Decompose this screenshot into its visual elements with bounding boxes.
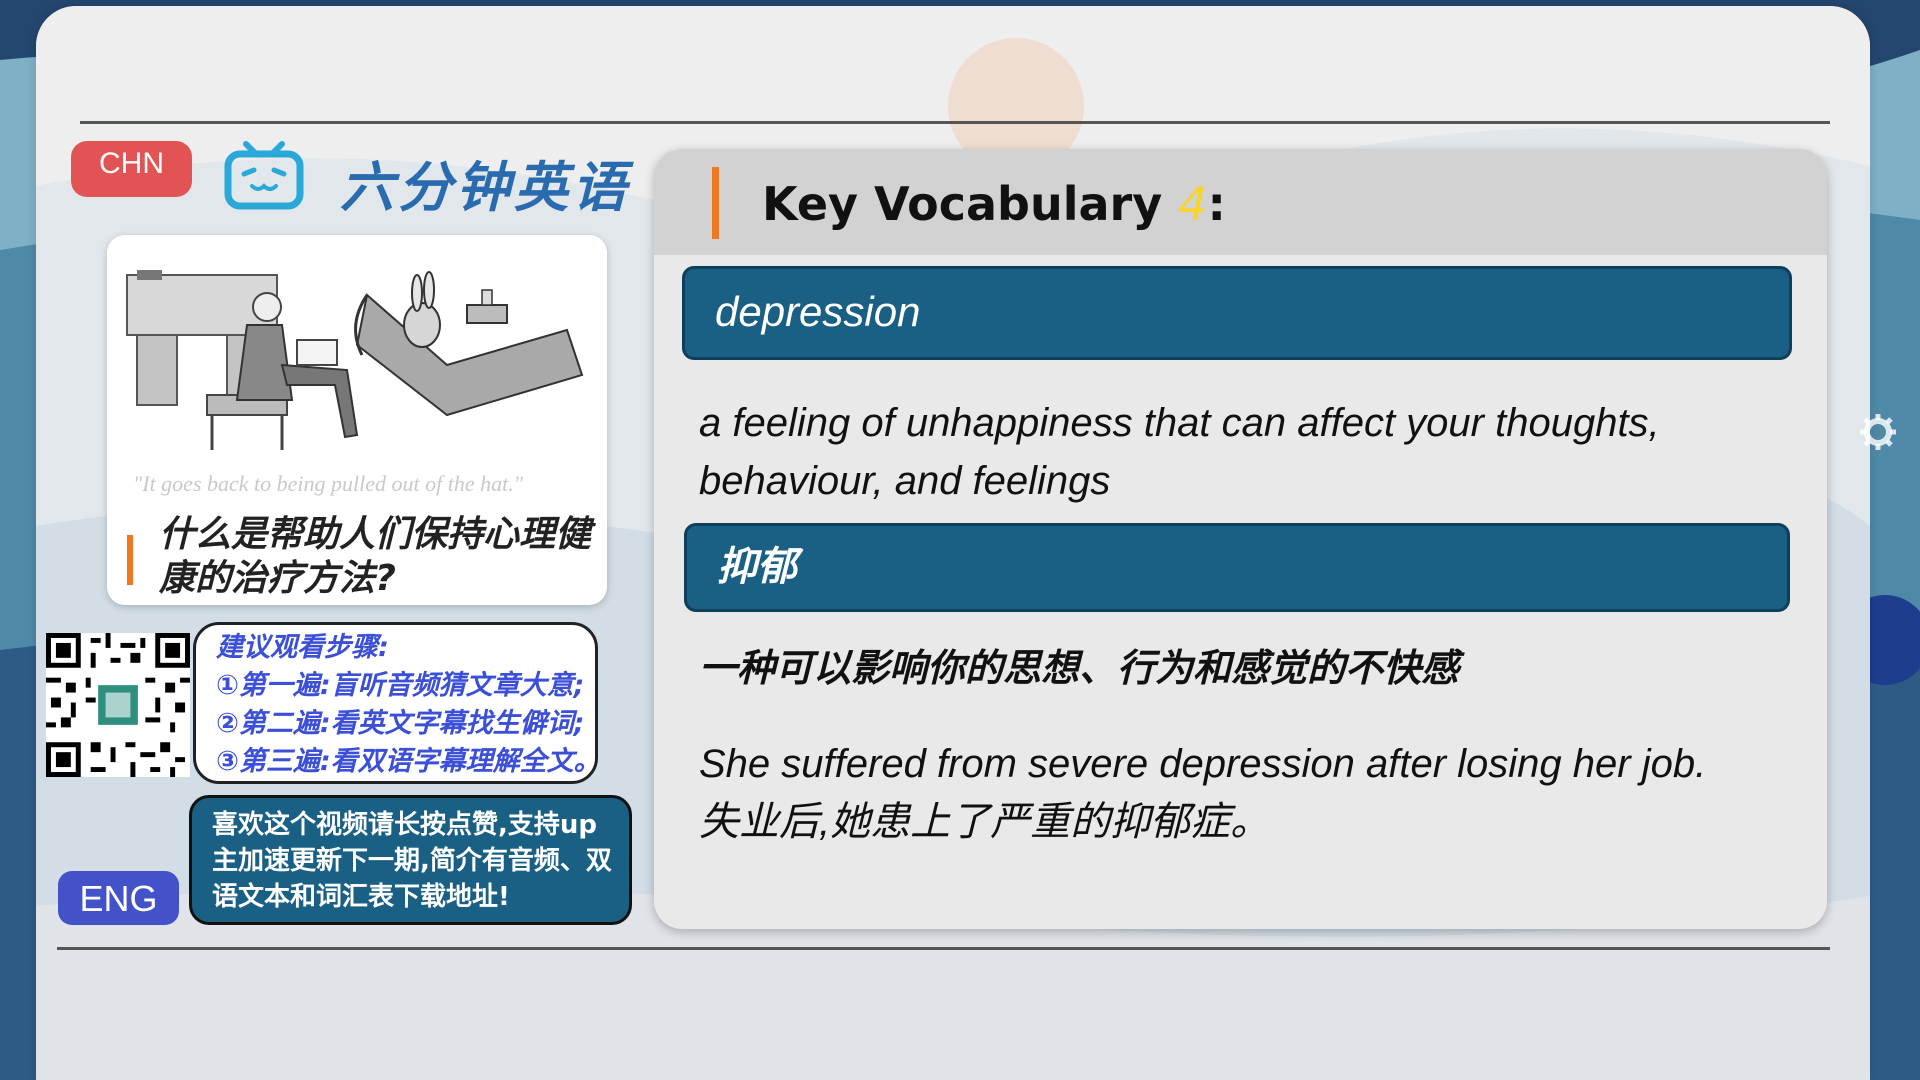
viewing-steps-box: 建议观看步骤: ①第一遍:盲听音频猜文章大意; ②第二遍:看英文字幕找生僻词; … xyxy=(193,622,601,784)
vocabulary-header: Key Vocabulary 4: xyxy=(654,149,1827,255)
vocabulary-title-text: Key Vocabulary xyxy=(762,177,1163,231)
promo-box: 喜欢这个视频请长按点赞,支持up主加速更新下一期,简介有音频、双语文本和词汇表下… xyxy=(189,795,632,925)
top-divider xyxy=(80,121,1830,124)
definition-english: a feeling of unhappiness that can affect… xyxy=(699,401,1660,503)
vocabulary-title: Key Vocabulary 4: xyxy=(762,177,1226,231)
vocabulary-title-suffix: : xyxy=(1207,177,1226,231)
vocabulary-panel: Key Vocabulary 4: depression a feeling o… xyxy=(654,149,1827,929)
chn-language-button[interactable]: CHN xyxy=(71,141,192,197)
tv-icon xyxy=(224,141,304,210)
cartoon-card: "It goes back to being pulled out of the… xyxy=(107,235,607,605)
qr-code-image[interactable] xyxy=(46,633,190,777)
therapist-cartoon-image xyxy=(107,235,607,497)
bottom-divider xyxy=(57,947,1830,950)
vocabulary-number: 4 xyxy=(1178,177,1208,231)
discussion-question: 什么是帮助人们保持心理健康的治疗方法? xyxy=(159,514,592,599)
gear-icon xyxy=(1860,414,1896,450)
question-accent-bar xyxy=(127,535,133,585)
word-chinese-bar: 抑郁 xyxy=(684,523,1790,612)
step-1: ①第一遍:盲听音频猜文章大意; xyxy=(216,670,585,701)
word-english-bar: depression xyxy=(682,266,1792,360)
cartoon-caption: "It goes back to being pulled out of the… xyxy=(133,471,523,496)
example-sentence: She suffered from severe depression afte… xyxy=(699,742,1707,844)
eng-language-button[interactable]: ENG xyxy=(58,871,179,925)
step-2: ②第二遍:看英文字幕找生僻词; xyxy=(216,708,585,739)
definition-chinese: 一种可以影响你的思想、行为和感觉的不快感 xyxy=(699,646,1460,690)
brand-title: 六分钟英语 xyxy=(340,156,630,219)
header-accent-bar xyxy=(712,167,719,239)
steps-title: 建议观看步骤: xyxy=(216,632,389,663)
step-3: ③第三遍:看双语字幕理解全文。 xyxy=(216,746,601,777)
